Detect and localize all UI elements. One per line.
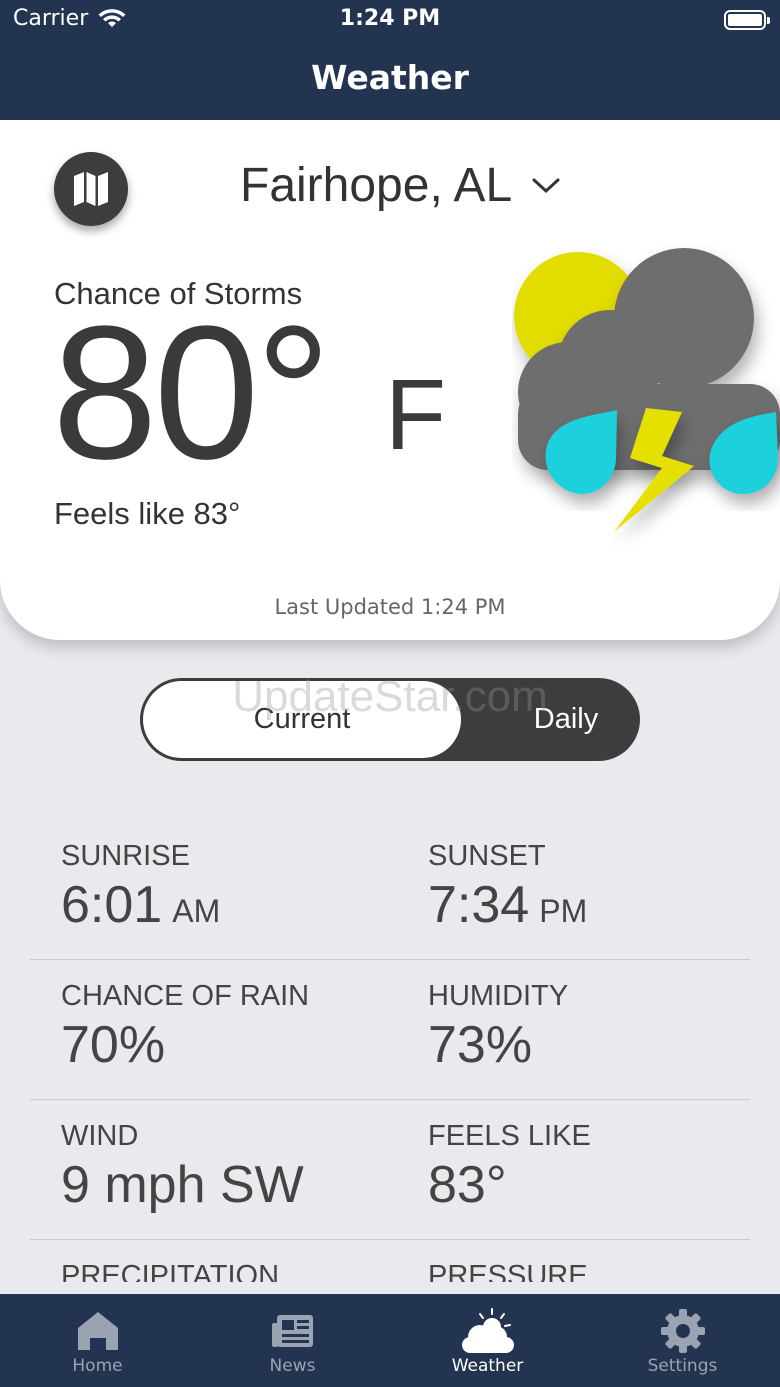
sunrise-cell: SUNRISE 6:01 AM: [61, 840, 220, 935]
wind-cell: WIND 9 mph SW: [61, 1120, 304, 1215]
tab-news[interactable]: News: [195, 1294, 390, 1387]
precipitation-cell: PRECIPITATION: [61, 1260, 279, 1282]
sunset-cell: SUNSET 7:34 PM: [428, 840, 587, 935]
detail-row: SUNRISE 6:01 AM SUNSET 7:34 PM: [0, 820, 780, 960]
chevron-down-icon: [532, 178, 560, 193]
page-title: Weather: [311, 58, 469, 97]
sunrise-value: 6:01 AM: [61, 876, 221, 934]
sunset-label: SUNSET: [428, 840, 546, 872]
sunset-value: 7:34 PM: [428, 876, 588, 934]
map-button[interactable]: [54, 152, 128, 226]
temperature-value: 80°: [52, 287, 331, 499]
location-selector[interactable]: Fairhope, AL: [240, 158, 560, 213]
feels-like-value: 83°: [428, 1156, 507, 1214]
home-icon: [77, 1312, 118, 1350]
last-updated-text: Last Updated 1:24 PM: [274, 595, 506, 619]
detail-row: WIND 9 mph SW FEELS LIKE 83°: [0, 1100, 780, 1240]
pressure-label: PRESSURE: [428, 1260, 588, 1282]
pressure-cell: PRESSURE: [428, 1260, 588, 1282]
tab-home-label: Home: [72, 1356, 123, 1376]
humidity-cell: HUMIDITY 73%: [428, 980, 568, 1075]
weather-icon: [461, 1308, 514, 1353]
status-time: 1:24 PM: [339, 6, 441, 31]
humidity-label: HUMIDITY: [428, 980, 569, 1012]
detail-row: PRECIPITATION PRESSURE: [0, 1240, 780, 1282]
wind-value: 9 mph SW: [61, 1156, 304, 1214]
weather-screen: Carrier 1:24 PM Weather Fairhope, AL Cha…: [0, 0, 780, 1387]
tab-settings[interactable]: Settings: [585, 1294, 780, 1387]
partly-sunny-thunderstorm-icon: [514, 248, 780, 532]
humidity-value: 73%: [428, 1016, 533, 1074]
precipitation-label: PRECIPITATION: [61, 1260, 280, 1282]
current-conditions-card: Fairhope, AL Chance of Storms 80° F Feel…: [0, 120, 780, 640]
gear-icon: [660, 1309, 705, 1353]
tab-weather-label: Weather: [451, 1356, 524, 1376]
feels-like-label: FEELS LIKE: [428, 1120, 591, 1152]
temperature-unit: F: [385, 359, 447, 471]
battery-icon: [724, 10, 770, 30]
forecast-segmented-control: Current Hourly Daily: [140, 678, 640, 761]
tab-news-label: News: [269, 1356, 316, 1376]
top-bar: Carrier 1:24 PM Weather: [0, 0, 780, 120]
sunrise-label: SUNRISE: [61, 840, 190, 872]
segment-daily[interactable]: Daily: [492, 678, 640, 761]
weather-details-list: SUNRISE 6:01 AM SUNSET 7:34 PM CHANCE OF R…: [0, 820, 780, 1282]
chance-of-rain-cell: CHANCE OF RAIN 70%: [61, 980, 309, 1075]
chance-of-rain-value: 70%: [61, 1016, 166, 1074]
feels-like-cell: FEELS LIKE 83°: [428, 1120, 591, 1215]
tab-bar: Home News Weather Settings: [0, 1294, 780, 1387]
map-icon: [74, 172, 108, 206]
tab-settings-label: Settings: [647, 1356, 718, 1376]
location-name: Fairhope, AL: [240, 159, 513, 212]
tab-weather[interactable]: Weather: [390, 1294, 585, 1387]
wind-label: WIND: [61, 1120, 139, 1152]
detail-row: CHANCE OF RAIN 70% HUMIDITY 73%: [0, 960, 780, 1100]
segment-hourly[interactable]: Hourly: [330, 678, 490, 761]
tab-home[interactable]: Home: [0, 1294, 195, 1387]
newspaper-icon: [271, 1315, 313, 1347]
feels-like-text: Feels like 83°: [54, 496, 241, 531]
chance-of-rain-label: CHANCE OF RAIN: [61, 980, 310, 1012]
